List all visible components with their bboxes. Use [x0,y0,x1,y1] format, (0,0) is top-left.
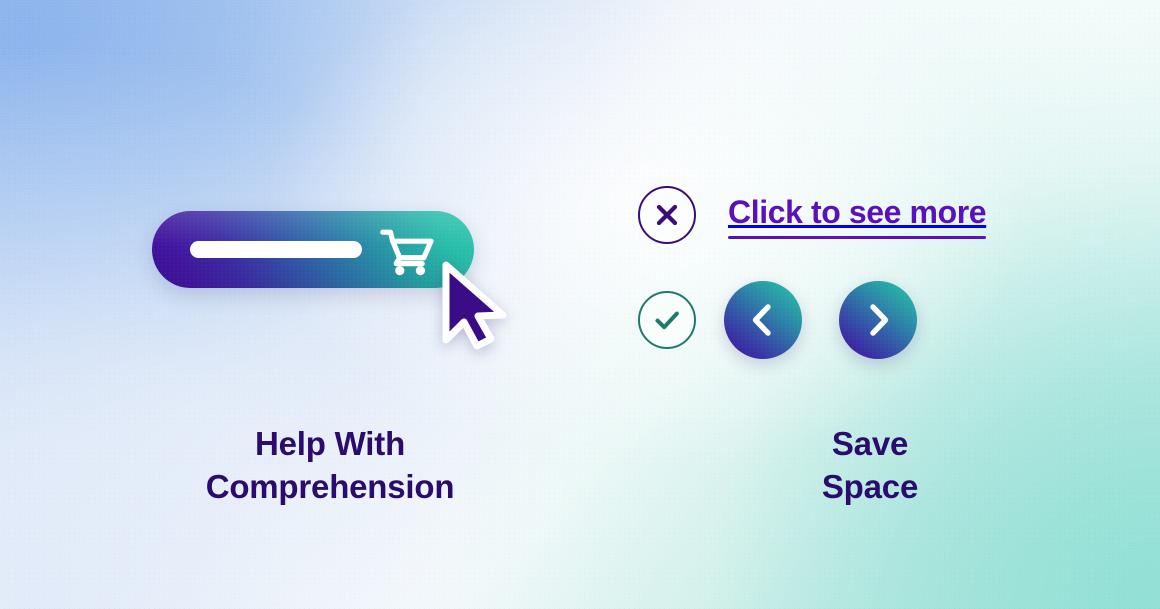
next-button[interactable] [839,281,917,359]
illustration-canvas: Help With Comprehension Click to see mor… [0,0,1160,609]
search-input[interactable] [190,241,362,258]
next-button-grain [839,281,917,359]
prev-button-grain [724,281,802,359]
circle-check-icon[interactable] [638,291,696,349]
see-more-link[interactable]: Click to see more [728,193,987,239]
left-panel: Help With Comprehension [0,0,580,609]
left-caption: Help With Comprehension [205,425,455,505]
right-panel: Click to see more Save Space [580,0,1160,609]
search-bar-pill[interactable] [152,211,474,288]
shopping-cart-icon[interactable] [380,228,434,276]
right-caption: Save Space [821,425,919,505]
mouse-cursor-arrow-icon [437,260,519,352]
see-more-link-underline [728,236,986,239]
see-more-link-label: Click to see more [728,194,987,230]
search-bar-widget[interactable] [152,211,474,288]
circle-close-icon[interactable] [638,186,696,244]
prev-button[interactable] [724,281,802,359]
